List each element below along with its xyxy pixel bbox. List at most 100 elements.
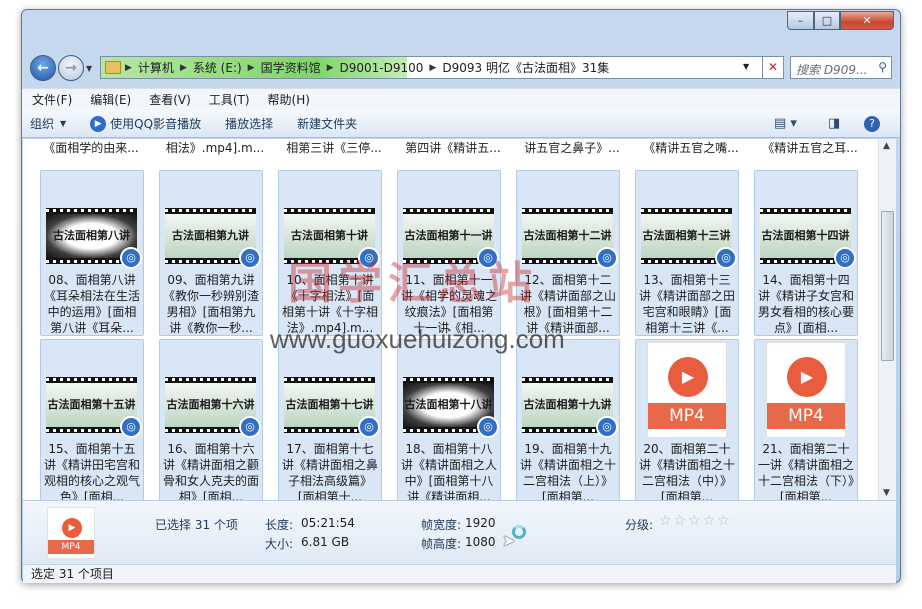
thumbnail-title: 古法面相第十四讲 xyxy=(761,229,850,242)
organize-button[interactable]: 组织 ▼ xyxy=(30,115,66,132)
qq-player-icon: ▶ xyxy=(90,115,107,132)
file-item[interactable]: ▶ MP4 21、面相第二十一讲《精讲面相之十二宫相法（下）》[面相第... xyxy=(754,339,858,500)
mp4-icon-label: MP4 xyxy=(767,403,845,429)
file-list[interactable]: 《面相学的由来... 相法》.mp4].m... 相第三讲《三停... 第四讲《… xyxy=(23,139,878,500)
chevron-right-icon[interactable]: ▶ xyxy=(429,63,436,73)
chevron-right-icon[interactable]: ▶ xyxy=(248,63,255,73)
change-view-icon[interactable]: ▤ ▾ xyxy=(774,116,797,131)
address-bar[interactable]: ▶ 计算机 ▶ 系统 (E:) ▶ 国学资料馆 ▶ D9001-D9100 ▶ … xyxy=(100,56,784,79)
titlebar: – □ ✕ xyxy=(22,10,900,46)
file-name: 18、面相第十八讲《精讲面相之人中》[面相第十八讲《精讲面相... xyxy=(400,442,497,500)
address-dropdown-icon[interactable]: ▼ xyxy=(743,62,749,71)
film-reel-icon: ◎ xyxy=(596,416,618,438)
mp4-file-icon: ▶ MP4 xyxy=(647,342,727,438)
list-item[interactable]: 相第三讲《三停... xyxy=(280,139,388,161)
scroll-up-icon[interactable]: ▲ xyxy=(883,141,890,151)
menu-tools[interactable]: 工具(T) xyxy=(209,91,250,108)
size-value: 6.81 GB xyxy=(301,535,350,549)
file-name: 13、面相第十三讲《精讲面部之田宅宫和眼睛》[面相第十三讲《... xyxy=(638,273,735,335)
minimize-button[interactable]: – xyxy=(787,11,814,30)
file-item[interactable]: 古法面相第十八讲 ◎ 18、面相第十八讲《精讲面相之人中》[面相第十八讲《精讲面相.… xyxy=(397,339,501,500)
file-item[interactable]: 古法面相第十九讲 ◎ 19、面相第十九讲《精讲面相之十二宫相法（上）》[面相第... xyxy=(516,339,620,500)
thumbnail-title: 古法面相第八讲 xyxy=(53,229,130,242)
preview-pane-icon[interactable]: ◨ xyxy=(828,116,840,131)
recent-pages-dropdown[interactable]: ▼ xyxy=(86,64,92,73)
forward-button[interactable]: → xyxy=(58,55,84,81)
file-name: 17、面相第十七讲《精讲面相之鼻子相法高级篇》[面相第十... xyxy=(281,442,378,500)
list-item[interactable]: 讲五官之鼻子》... xyxy=(518,139,626,161)
film-reel-icon: ◎ xyxy=(120,247,142,269)
mp4-icon-label: MP4 xyxy=(48,540,94,554)
organize-label: 组织 xyxy=(30,117,55,131)
search-icon[interactable]: ⚲ xyxy=(878,60,887,74)
breadcrumb-current[interactable]: D9093 明亿《古法面相》31集 xyxy=(436,59,615,76)
back-button[interactable]: ← xyxy=(30,55,56,81)
length-label: 长度: xyxy=(265,518,294,532)
vertical-scrollbar[interactable]: ▲ ▼ xyxy=(878,139,896,500)
film-reel-icon: ◎ xyxy=(239,416,261,438)
list-item[interactable]: 第四讲《精讲五... xyxy=(399,139,507,161)
menu-view[interactable]: 查看(V) xyxy=(149,91,191,108)
menu-help[interactable]: 帮助(H) xyxy=(268,91,310,108)
file-item[interactable]: 古法面相第十三讲 ◎ 13、面相第十三讲《精讲面部之田宅宫和眼睛》[面相第十三讲《.… xyxy=(635,170,739,336)
thumbnail-title: 古法面相第十二讲 xyxy=(523,229,612,242)
thumbnail-title: 古法面相第十六讲 xyxy=(166,398,255,411)
new-folder-button[interactable]: 新建文件夹 xyxy=(297,115,357,132)
mouse-pointer-icon: ➤ xyxy=(502,531,516,550)
film-reel-icon: ◎ xyxy=(358,416,380,438)
close-button[interactable]: ✕ xyxy=(840,11,894,30)
file-item[interactable]: ▶ MP4 20、面相第二十讲《精讲面相之十二宫相法（中）》[面相第... xyxy=(635,339,739,500)
maximize-button[interactable]: □ xyxy=(814,11,840,30)
thumbnail-title: 古法面相第十八讲 xyxy=(404,398,493,411)
thumbnail-title: 古法面相第九讲 xyxy=(172,229,249,242)
search-placeholder: 搜索 D909... xyxy=(796,63,868,77)
help-icon[interactable]: ? xyxy=(864,116,880,132)
breadcrumb-library[interactable]: 国学资料馆 xyxy=(255,59,327,76)
play-selection-button[interactable]: 播放选择 xyxy=(225,115,273,132)
minimize-icon: – xyxy=(797,14,804,27)
file-item[interactable]: 古法面相第十四讲 ◎ 14、面相第十四讲《精讲子女宫和男女看相的核心要点》[面相..… xyxy=(754,170,858,336)
rating-stars[interactable]: ☆☆☆☆☆ xyxy=(659,513,732,529)
list-item[interactable]: 《精讲五官之嘴... xyxy=(637,139,745,161)
film-reel-icon: ◎ xyxy=(120,416,142,438)
scrollbar-thumb[interactable] xyxy=(881,211,894,361)
length-value: 05:21:54 xyxy=(301,516,355,530)
file-name: 08、面相第八讲《耳朵相法在生活中的运用》[面相第八讲《耳朵... xyxy=(43,273,140,335)
film-reel-icon: ◎ xyxy=(834,247,856,269)
size-label: 大小: xyxy=(265,537,294,551)
list-item[interactable]: 《精讲五官之耳... xyxy=(756,139,864,161)
close-icon: ✕ xyxy=(862,14,872,27)
breadcrumb-computer[interactable]: 计算机 xyxy=(132,59,180,76)
chevron-right-icon[interactable]: ▶ xyxy=(327,63,334,73)
breadcrumb-range[interactable]: D9001-D9100 xyxy=(334,61,430,75)
watermark-text: 国学汇总站 xyxy=(288,258,538,309)
chevron-down-icon: ▼ xyxy=(60,119,67,128)
details-pane: ▶ MP4 已选择 31 个项 长度: 05:21:54 大小: 6.81 GB … xyxy=(23,500,896,564)
list-item[interactable]: 《面相学的由来... xyxy=(37,139,145,161)
menu-edit[interactable]: 编辑(E) xyxy=(90,91,131,108)
play-selection-label: 播放选择 xyxy=(225,117,274,131)
file-name: 14、面相第十四讲《精讲子女宫和男女看相的核心要点》[面相... xyxy=(757,273,854,335)
list-item[interactable]: 相法》.mp4].m... xyxy=(161,139,269,161)
search-input[interactable]: 搜索 D909... ⚲ xyxy=(790,56,892,79)
chevron-right-icon[interactable]: ▶ xyxy=(125,63,132,73)
film-reel-icon: ◎ xyxy=(477,416,499,438)
thumbnail-title: 古法面相第十讲 xyxy=(291,229,368,242)
file-name: 16、面相第十六讲《精讲面相之颧骨和女人克夫的面相》[面相... xyxy=(162,442,259,500)
file-item[interactable]: 古法面相第十六讲 ◎ 16、面相第十六讲《精讲面相之颧骨和女人克夫的面相》[面相..… xyxy=(159,339,263,500)
menu-file[interactable]: 文件(F) xyxy=(32,91,72,108)
mp4-file-icon: ▶ MP4 xyxy=(47,507,95,559)
file-name: 21、面相第二十一讲《精讲面相之十二宫相法（下）》[面相第... xyxy=(757,442,854,500)
play-qq-button[interactable]: ▶ 使用QQ影音播放 xyxy=(90,115,201,132)
file-item[interactable]: 古法面相第八讲 ◎ 08、面相第八讲《耳朵相法在生活中的运用》[面相第八讲《耳朵..… xyxy=(40,170,144,336)
stop-loading-button[interactable]: ✕ xyxy=(762,56,784,79)
menu-bar: 文件(F) 编辑(E) 查看(V) 工具(T) 帮助(H) xyxy=(22,88,900,110)
thumbnail-title: 古法面相第十九讲 xyxy=(523,398,612,411)
scroll-down-icon[interactable]: ▼ xyxy=(883,488,890,498)
file-item[interactable]: 古法面相第九讲 ◎ 09、面相第九讲《教你一秒辨别渣男相》[面相第九讲《教你一秒..… xyxy=(159,170,263,336)
film-reel-icon: ◎ xyxy=(596,247,618,269)
breadcrumb-drive[interactable]: 系统 (E:) xyxy=(187,59,248,76)
file-item[interactable]: 古法面相第十七讲 ◎ 17、面相第十七讲《精讲面相之鼻子相法高级篇》[面相第十... xyxy=(278,339,382,500)
file-item[interactable]: 古法面相第十五讲 ◎ 15、面相第十五讲《精讲田宅宫和观相的核心之观气色》[面相..… xyxy=(40,339,144,500)
chevron-right-icon[interactable]: ▶ xyxy=(180,63,187,73)
